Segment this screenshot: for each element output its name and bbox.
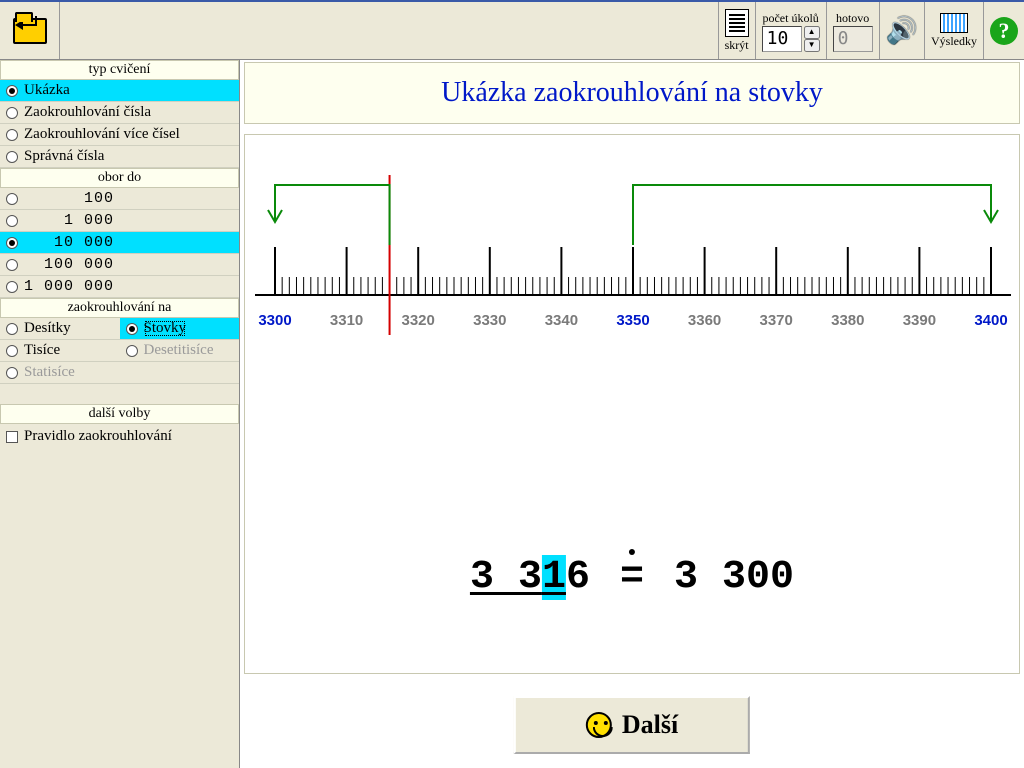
svg-text:3300: 3300 — [258, 312, 291, 329]
rounding-rule-checkbox[interactable]: Pravidlo zaokrouhlování — [0, 424, 239, 449]
range-option-1[interactable]: 1 000 — [0, 210, 239, 232]
round-hundredthousands: Statisíce — [0, 362, 120, 384]
svg-text:3400: 3400 — [974, 312, 1007, 329]
round-tens[interactable]: Desítky — [0, 318, 120, 340]
radio-icon — [6, 281, 18, 293]
equation: 3 316 = 3 300 — [470, 555, 794, 600]
hide-label: skrýt — [725, 38, 749, 53]
eq-pre: 3 3 — [470, 555, 542, 600]
type-option-label: Zaokrouhlování více čísel — [24, 126, 180, 143]
section-type-title: typ cvičení — [0, 60, 239, 80]
folder-up-icon — [13, 18, 47, 44]
results-button[interactable]: Výsledky — [924, 2, 983, 59]
next-label: Další — [622, 710, 678, 740]
svg-text:3330: 3330 — [473, 312, 506, 329]
number-line-svg: 3300 3310 3320 3330 3340 3350 3360 3370 3380 3390… — [245, 135, 1021, 535]
type-option-label: Správná čísla — [24, 148, 104, 165]
open-folder-button[interactable] — [0, 2, 60, 59]
round-thousands[interactable]: Tisíce — [0, 340, 120, 362]
radio-icon — [6, 367, 18, 379]
help-button[interactable]: ? — [983, 2, 1024, 59]
type-option-3[interactable]: Správná čísla — [0, 146, 239, 168]
range-option-label: 10 000 — [24, 234, 114, 251]
task-count-label: počet úkolů — [762, 11, 818, 26]
done-label: hotovo — [836, 11, 869, 26]
checkbox-icon — [6, 431, 18, 443]
svg-text:3320: 3320 — [402, 312, 435, 329]
done-cell: hotovo — [826, 2, 879, 59]
radio-icon — [6, 345, 18, 357]
range-option-label: 1 000 000 — [24, 278, 114, 295]
svg-text:3360: 3360 — [688, 312, 721, 329]
next-button[interactable]: Další — [514, 696, 750, 754]
round-label: Stovky — [144, 320, 187, 337]
eq-highlight: 1 — [542, 555, 566, 600]
content-pane: Ukázka zaokrouhlování na stovky 3300 3310… — [240, 60, 1024, 768]
spacer — [60, 2, 718, 59]
svg-text:3380: 3380 — [831, 312, 864, 329]
document-icon — [725, 9, 749, 37]
smiley-icon — [586, 712, 612, 738]
sound-button[interactable]: 🔊 — [879, 2, 924, 59]
eq-post: 6 — [566, 555, 590, 600]
svg-text:3310: 3310 — [330, 312, 363, 329]
svg-text:3370: 3370 — [760, 312, 793, 329]
task-count-up[interactable]: ▲ — [804, 26, 820, 39]
type-option-0[interactable]: Ukázka — [0, 80, 239, 102]
task-count-down[interactable]: ▼ — [804, 39, 820, 52]
range-option-2[interactable]: 10 000 — [0, 232, 239, 254]
hide-button[interactable]: skrýt — [718, 2, 755, 59]
rounding-rule-label: Pravidlo zaokrouhlování — [24, 428, 172, 445]
barchart-icon — [940, 13, 968, 33]
range-option-0[interactable]: 100 — [0, 188, 239, 210]
round-label: Statisíce — [24, 364, 75, 381]
range-option-label: 100 — [24, 190, 114, 207]
round-label: Desítky — [24, 320, 71, 337]
radio-icon — [6, 129, 18, 141]
radio-icon — [6, 259, 18, 271]
round-label: Desetitisíce — [144, 342, 214, 359]
radio-icon — [6, 85, 18, 97]
type-option-2[interactable]: Zaokrouhlování více čísel — [0, 124, 239, 146]
range-option-4[interactable]: 1 000 000 — [0, 276, 239, 298]
radio-icon — [6, 237, 18, 249]
radio-icon — [6, 215, 18, 227]
task-count-input[interactable] — [762, 26, 802, 52]
type-option-label: Zaokrouhlování čísla — [24, 104, 151, 121]
section-options-title: další volby — [0, 404, 239, 424]
section-round-title: zaokrouhlování na — [0, 298, 239, 318]
eq-result: 3 300 — [674, 555, 794, 600]
range-option-3[interactable]: 100 000 — [0, 254, 239, 276]
svg-text:3340: 3340 — [545, 312, 578, 329]
section-range-title: obor do — [0, 168, 239, 188]
task-count-cell: počet úkolů ▲ ▼ — [755, 2, 826, 59]
range-option-label: 100 000 — [24, 256, 114, 273]
type-option-label: Ukázka — [24, 82, 70, 99]
sidebar: typ cvičení Ukázka Zaokrouhlování čísla Za… — [0, 60, 240, 768]
round-label: Tisíce — [24, 342, 60, 359]
range-option-label: 1 000 — [24, 212, 114, 229]
svg-text:3390: 3390 — [903, 312, 936, 329]
round-hundreds[interactable]: Stovky — [120, 318, 240, 340]
speaker-icon: 🔊 — [886, 16, 918, 46]
radio-icon — [6, 151, 18, 163]
radio-icon — [126, 345, 138, 357]
radio-icon — [6, 193, 18, 205]
help-icon: ? — [990, 17, 1018, 45]
radio-icon — [6, 107, 18, 119]
radio-icon — [126, 323, 138, 335]
approx-equals-icon: = — [614, 555, 650, 600]
round-tenthousands: Desetitisíce — [120, 340, 240, 362]
radio-icon — [6, 323, 18, 335]
done-output — [833, 26, 873, 52]
results-label: Výsledky — [931, 34, 977, 49]
number-line-canvas: 3300 3310 3320 3330 3340 3350 3360 3370 3380 3390… — [244, 134, 1020, 674]
top-toolbar: skrýt počet úkolů ▲ ▼ hotovo 🔊 Výsledky … — [0, 0, 1024, 60]
page-title: Ukázka zaokrouhlování na stovky — [244, 62, 1020, 124]
type-option-1[interactable]: Zaokrouhlování čísla — [0, 102, 239, 124]
svg-text:3350: 3350 — [616, 312, 649, 329]
